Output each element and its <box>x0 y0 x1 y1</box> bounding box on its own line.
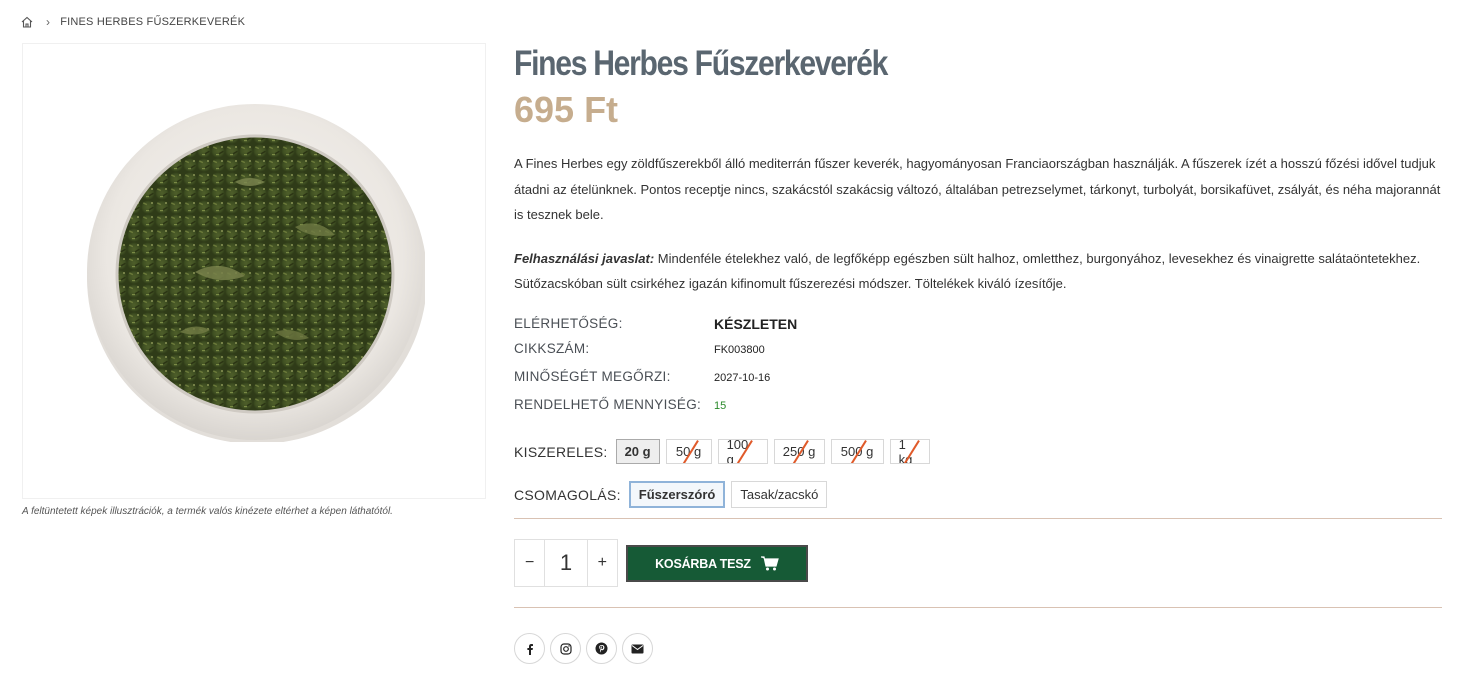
quantity-stepper: − 1 + <box>514 539 618 587</box>
sku-label: CIKKSZÁM: <box>514 341 590 356</box>
best-before-value: 2027-10-16 <box>714 372 771 384</box>
availability-value: KÉSZLETEN <box>714 316 798 332</box>
usage-label: Felhasználási javaslat: <box>514 251 655 266</box>
image-disclaimer: A feltüntetett képek illusztrációk, a te… <box>22 506 393 517</box>
packaging-selector: CSOMAGOLÁS: Fűszerszóró Tasak/zacskó <box>514 481 833 508</box>
packaging-option-bag[interactable]: Tasak/zacskó <box>731 481 828 508</box>
sku-value: FK003800 <box>714 344 765 356</box>
size-option-500g[interactable]: 500 g <box>830 439 884 464</box>
product-header: Fines Herbes Fűszerkeverék 695 Ft <box>514 40 1442 132</box>
size-option-100g[interactable]: 100 g <box>717 439 768 464</box>
add-to-cart-button[interactable]: KOSÁRBA TESZ <box>626 545 808 582</box>
product-title: Fines Herbes Fűszerkeverék <box>514 44 888 83</box>
size-option-20g[interactable]: 20 g <box>615 439 660 464</box>
pinterest-icon[interactable] <box>586 633 617 664</box>
orderable-value: 15 <box>714 400 727 412</box>
size-option-50g[interactable]: 50 g <box>665 439 712 464</box>
quantity-increase-button[interactable]: + <box>588 540 617 586</box>
size-option-250g[interactable]: 250 g <box>773 439 825 464</box>
packaging-label: CSOMAGOLÁS: <box>514 486 621 503</box>
size-selector: KISZERELES: 20 g 50 g 100 g 250 g 500 g … <box>514 439 936 464</box>
usage-suggestion: Felhasználási javaslat: Mindenféle étele… <box>514 246 1444 296</box>
breadcrumb-separator: › <box>46 15 51 29</box>
best-before-label: MINŐSÉGÉT MEGŐRZI: <box>514 369 671 384</box>
orderable-label: RENDELHETŐ MENNYISÉG: <box>514 397 702 412</box>
packaging-option-shaker[interactable]: Fűszerszóró <box>628 481 726 508</box>
size-label: KISZERELES: <box>514 443 608 460</box>
quantity-decrease-button[interactable]: − <box>515 540 544 586</box>
spice-bowl-image <box>87 104 425 442</box>
cart-icon <box>760 556 779 571</box>
home-icon[interactable] <box>20 14 36 30</box>
divider-top <box>514 518 1442 519</box>
social-share <box>514 633 658 664</box>
facebook-icon[interactable] <box>514 633 545 664</box>
divider-bottom <box>514 607 1442 608</box>
product-price: 695 Ft <box>514 89 619 130</box>
add-to-cart-label: KOSÁRBA TESZ <box>655 556 751 571</box>
availability-label: ELÉRHETŐSÉG: <box>514 316 623 331</box>
breadcrumb: › FINES HERBES FŰSZERKEVERÉK <box>20 13 245 31</box>
size-option-1kg[interactable]: 1 kg <box>889 439 930 464</box>
product-description: A Fines Herbes egy zöldfűszerekből álló … <box>514 156 1441 222</box>
breadcrumb-current[interactable]: FINES HERBES FŰSZERKEVERÉK <box>60 16 245 28</box>
instagram-icon[interactable] <box>550 633 581 664</box>
product-image[interactable] <box>22 43 486 499</box>
quantity-input[interactable]: 1 <box>544 540 588 586</box>
email-icon[interactable] <box>622 633 653 664</box>
